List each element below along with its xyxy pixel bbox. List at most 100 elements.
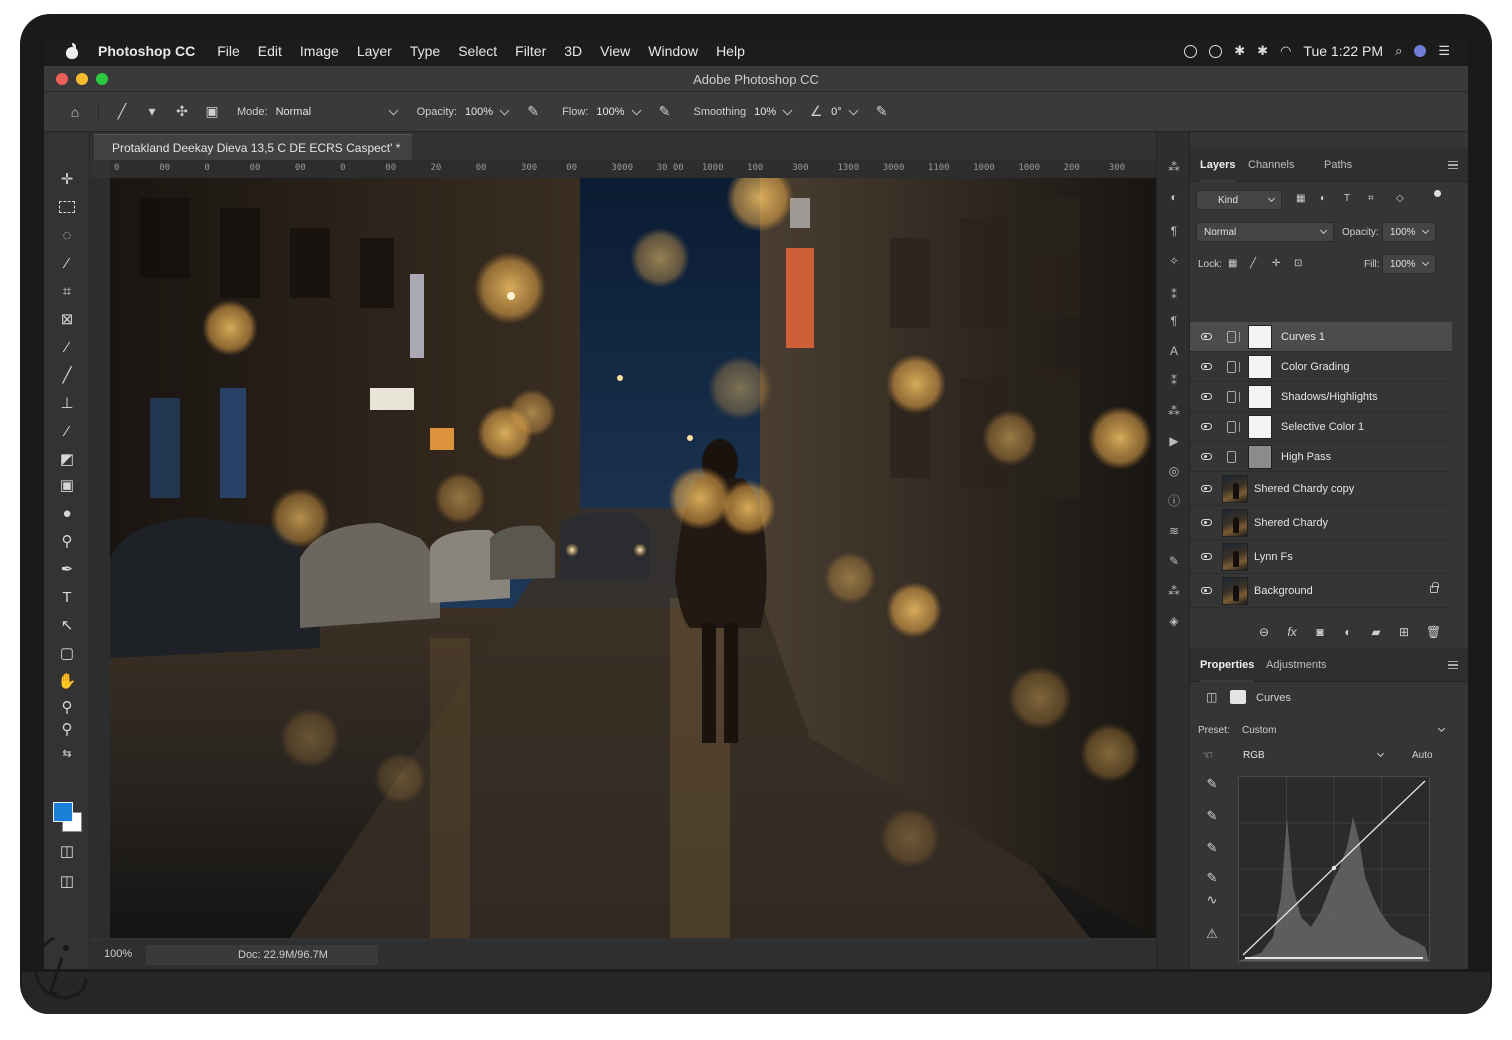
menu-help[interactable]: Help bbox=[716, 43, 745, 59]
auto-button[interactable]: Auto bbox=[1412, 750, 1433, 761]
smoothing-field[interactable]: 10% bbox=[754, 106, 776, 118]
lasso-tool-icon[interactable]: ◌ bbox=[56, 224, 78, 246]
foreground-color-swatch[interactable] bbox=[53, 802, 73, 822]
visibility-eye-icon[interactable] bbox=[1201, 333, 1212, 340]
lock-position-icon[interactable]: ✛ bbox=[1272, 258, 1280, 269]
marquee-tool-icon[interactable] bbox=[56, 196, 78, 218]
brush-angle-icon[interactable]: ∠ bbox=[807, 103, 825, 121]
chevron-down-icon[interactable] bbox=[499, 105, 510, 115]
color-panel-icon[interactable]: ◐ bbox=[1166, 190, 1182, 204]
document-tab[interactable]: Protakland Deekay Dieva 13,5 C DE ECRS C… bbox=[94, 134, 413, 160]
brush-tool-icon[interactable]: ╱ bbox=[56, 364, 78, 386]
zoom-level[interactable]: 100% bbox=[104, 948, 132, 960]
actions-panel-icon[interactable]: ▶ bbox=[1166, 434, 1182, 448]
rotate-view-tool-icon[interactable]: ⚲ bbox=[56, 718, 78, 740]
layer-row-lynn-fs[interactable]: Lynn Fs bbox=[1190, 540, 1452, 574]
panel-menu-icon[interactable] bbox=[1448, 161, 1458, 169]
siri-icon[interactable] bbox=[1414, 45, 1427, 57]
layer-row-high-pass[interactable]: High Pass bbox=[1190, 442, 1452, 472]
visibility-eye-icon[interactable] bbox=[1201, 363, 1212, 370]
app-menu[interactable]: Photoshop CC bbox=[98, 43, 195, 59]
brush-panel-icon[interactable]: ⁑ bbox=[1166, 288, 1182, 302]
pressure-size-icon[interactable]: ✎ bbox=[873, 103, 891, 121]
type-tool-icon[interactable]: T bbox=[56, 586, 78, 608]
layer-mask-thumbnail[interactable] bbox=[1248, 385, 1272, 409]
layer-opacity-field[interactable]: 100% bbox=[1382, 222, 1436, 242]
layer-row-curves-1[interactable]: Curves 1 bbox=[1190, 322, 1452, 352]
sample-gray-point-icon[interactable]: ✎ bbox=[1204, 808, 1220, 824]
lock-image-icon[interactable]: ╱ bbox=[1250, 258, 1256, 269]
notes-panel-icon[interactable]: ✎ bbox=[1166, 554, 1182, 568]
path-selection-tool-icon[interactable]: ↖ bbox=[56, 614, 78, 636]
layer-row-color-grading[interactable]: Color Grading bbox=[1190, 352, 1452, 382]
screen-mode-icon[interactable]: ◫ bbox=[56, 870, 78, 892]
tab-properties[interactable]: Properties bbox=[1200, 659, 1255, 682]
menu-edit[interactable]: Edit bbox=[258, 43, 282, 59]
crop-tool-icon[interactable]: ⌗ bbox=[56, 280, 78, 302]
layer-row-shered-chardy[interactable]: Shered Chardy bbox=[1190, 506, 1452, 540]
navigator-panel-icon[interactable]: ◎ bbox=[1166, 464, 1182, 478]
layer-row-shered-chardy-copy[interactable]: Shered Chardy copy bbox=[1190, 472, 1452, 506]
home-icon[interactable]: ⌂ bbox=[66, 103, 84, 121]
notification-center-icon[interactable]: ☰ bbox=[1438, 43, 1450, 59]
layer-thumbnail[interactable] bbox=[1222, 475, 1248, 503]
new-layer-icon[interactable]: ⊞ bbox=[1398, 625, 1410, 639]
timeline-panel-icon[interactable]: ≋ bbox=[1166, 524, 1182, 538]
tab-channels[interactable]: Channels bbox=[1248, 159, 1294, 171]
frame-tool-icon[interactable]: ⊠ bbox=[56, 308, 78, 330]
history-brush-tool-icon[interactable]: ⁄ bbox=[56, 420, 78, 442]
visibility-eye-icon[interactable] bbox=[1201, 423, 1212, 430]
move-tool-icon[interactable]: ✛ bbox=[56, 168, 78, 190]
menu-select[interactable]: Select bbox=[458, 43, 497, 59]
tab-adjustments[interactable]: Adjustments bbox=[1266, 659, 1327, 671]
layer-name[interactable]: Shered Chardy bbox=[1254, 517, 1328, 529]
visibility-eye-icon[interactable] bbox=[1201, 393, 1212, 400]
curves-graph[interactable] bbox=[1238, 776, 1430, 962]
glyphs-panel-icon[interactable]: ⁑ bbox=[1166, 374, 1182, 388]
menu-window[interactable]: Window bbox=[648, 43, 698, 59]
document-canvas[interactable] bbox=[110, 178, 1156, 938]
chevron-down-icon[interactable] bbox=[388, 105, 399, 115]
visibility-eye-icon[interactable] bbox=[1201, 587, 1212, 594]
menu-image[interactable]: Image bbox=[300, 43, 339, 59]
menu-layer[interactable]: Layer bbox=[357, 43, 392, 59]
history-panel-icon[interactable]: ⁂ bbox=[1166, 160, 1182, 174]
chevron-down-icon[interactable] bbox=[1437, 724, 1446, 733]
preset-select[interactable]: Custom bbox=[1242, 725, 1276, 736]
pressure-opacity-icon[interactable]: ✎ bbox=[524, 103, 542, 121]
info-panel-icon[interactable]: ⓘ bbox=[1166, 494, 1182, 508]
layer-name[interactable]: Shered Chardy copy bbox=[1254, 483, 1354, 495]
libraries-panel-icon[interactable]: ✧ bbox=[1166, 254, 1182, 268]
airbrush-icon[interactable]: ✎ bbox=[656, 103, 674, 121]
tab-layers[interactable]: Layers bbox=[1200, 159, 1236, 182]
new-group-folder-icon[interactable]: ▰ bbox=[1370, 625, 1382, 639]
layer-filter-select[interactable]: Kind bbox=[1196, 190, 1282, 210]
tool-presets-icon[interactable]: ⁂ bbox=[1166, 404, 1182, 418]
channel-select[interactable]: RGB bbox=[1236, 746, 1390, 766]
toggle-brush-panel-icon[interactable]: ▣ bbox=[203, 103, 221, 121]
gradient-tool-icon[interactable]: ▣ bbox=[56, 474, 78, 496]
chevron-down-icon[interactable] bbox=[848, 105, 859, 115]
chevron-down-icon[interactable] bbox=[631, 105, 641, 115]
fill-field[interactable]: 100% bbox=[1382, 254, 1436, 274]
layer-row-background[interactable]: Background bbox=[1190, 574, 1452, 608]
menu-3d[interactable]: 3D bbox=[564, 43, 582, 59]
dodge-tool-icon[interactable]: ⚲ bbox=[56, 530, 78, 552]
layer-name[interactable]: Curves 1 bbox=[1281, 331, 1325, 343]
brush-settings-icon[interactable]: ✣ bbox=[173, 103, 191, 121]
creative-cloud-icon[interactable] bbox=[1184, 44, 1198, 58]
sync-icon[interactable] bbox=[1209, 44, 1223, 58]
layer-name[interactable]: Background bbox=[1254, 585, 1313, 597]
layer-thumbnail[interactable] bbox=[1222, 543, 1248, 571]
layer-row-shadows-highlights[interactable]: Shadows/Highlights bbox=[1190, 382, 1452, 412]
layer-row-selective-color-1[interactable]: Selective Color 1 bbox=[1190, 412, 1452, 442]
visibility-eye-icon[interactable] bbox=[1201, 453, 1212, 460]
layer-style-fx-icon[interactable]: fx bbox=[1286, 625, 1298, 639]
opacity-field[interactable]: 100% bbox=[465, 106, 493, 118]
bluetooth-alt-icon[interactable]: ✱ bbox=[1257, 43, 1268, 59]
mask-properties-icon[interactable]: ◫ bbox=[1206, 690, 1217, 704]
rectangle-tool-icon[interactable]: ▢ bbox=[56, 642, 78, 664]
wifi-icon[interactable]: ◠ bbox=[1280, 43, 1291, 59]
layer-name[interactable]: High Pass bbox=[1281, 451, 1331, 463]
chevron-down-icon[interactable] bbox=[782, 105, 793, 115]
